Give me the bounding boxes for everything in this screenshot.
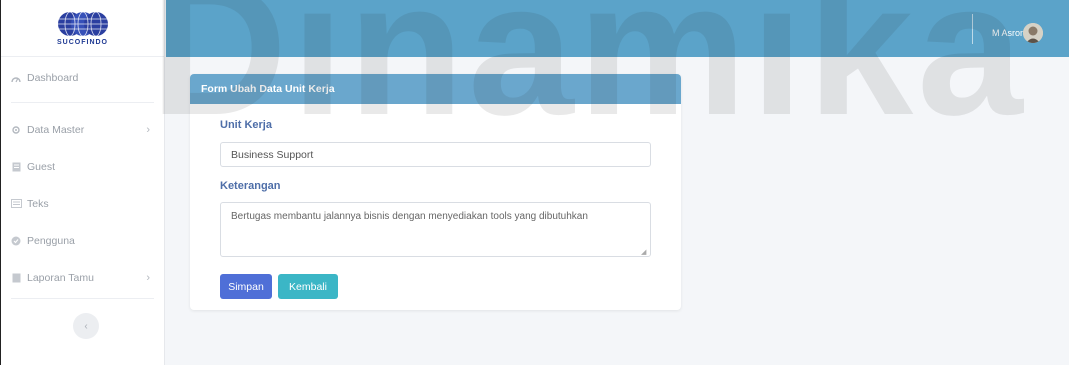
avatar[interactable] [1023, 23, 1043, 43]
gear-icon [9, 125, 23, 135]
dashboard-icon [9, 73, 23, 83]
sidebar-item-label: Laporan Tamu [27, 271, 94, 284]
keterangan-label: Keterangan [220, 180, 281, 192]
text-icon [9, 199, 23, 208]
sidebar-item-data-master[interactable]: Data Master › [1, 111, 164, 148]
back-button[interactable]: Kembali [278, 274, 338, 299]
guest-icon [9, 162, 23, 172]
resize-handle-icon[interactable]: ◢ [641, 248, 646, 256]
sidebar-item-laporan-tamu[interactable]: Laporan Tamu › [1, 259, 164, 296]
unit-kerja-label: Unit Kerja [220, 119, 272, 131]
sidebar-item-teks[interactable]: Teks [1, 185, 164, 222]
report-icon [9, 273, 23, 283]
sidebar-item-label: Dashboard [27, 71, 79, 84]
chevron-right-icon: › [146, 123, 150, 136]
sidebar: SUCOFINDO Dashboard Data Master › Guest [1, 0, 165, 365]
chevron-right-icon: › [146, 271, 150, 284]
sidebar-item-label: Pengguna [27, 234, 75, 247]
chevron-left-icon: ‹ [84, 320, 88, 332]
sidebar-item-dashboard[interactable]: Dashboard [1, 59, 164, 96]
user-name[interactable]: M Asron [992, 28, 1025, 38]
brand-name: SUCOFINDO [57, 39, 108, 46]
sidebar-toggle-button[interactable]: ‹ [73, 313, 99, 339]
save-button[interactable]: Simpan [220, 274, 272, 299]
sidebar-item-guest[interactable]: Guest [1, 148, 164, 185]
sidebar-nav: Dashboard Data Master › Guest Teks Pengg… [1, 59, 164, 299]
unit-kerja-input[interactable] [220, 142, 651, 167]
window-edge [0, 0, 1, 365]
sidebar-item-label: Data Master [27, 123, 85, 136]
keterangan-textarea[interactable]: Bertugas membantu jalannya bisnis dengan… [220, 202, 651, 257]
user-avatar-icon [1023, 23, 1043, 43]
divider [11, 102, 154, 103]
divider [11, 298, 154, 299]
globe-logo-icon [57, 11, 108, 37]
sidebar-item-label: Guest [27, 160, 56, 173]
edit-unit-form-card: Form Ubah Data Unit Kerja Unit Kerja Ket… [190, 74, 681, 310]
brand-logo[interactable]: SUCOFINDO [1, 0, 164, 57]
card-title: Form Ubah Data Unit Kerja [190, 74, 681, 104]
topbar: M Asron [166, 0, 1069, 57]
form-body: Unit Kerja Keterangan Bertugas membantu … [190, 104, 681, 310]
sidebar-item-label: Teks [27, 197, 49, 210]
sidebar-item-pengguna[interactable]: Pengguna [1, 222, 164, 259]
topbar-divider [972, 14, 973, 44]
user-icon [9, 236, 23, 246]
